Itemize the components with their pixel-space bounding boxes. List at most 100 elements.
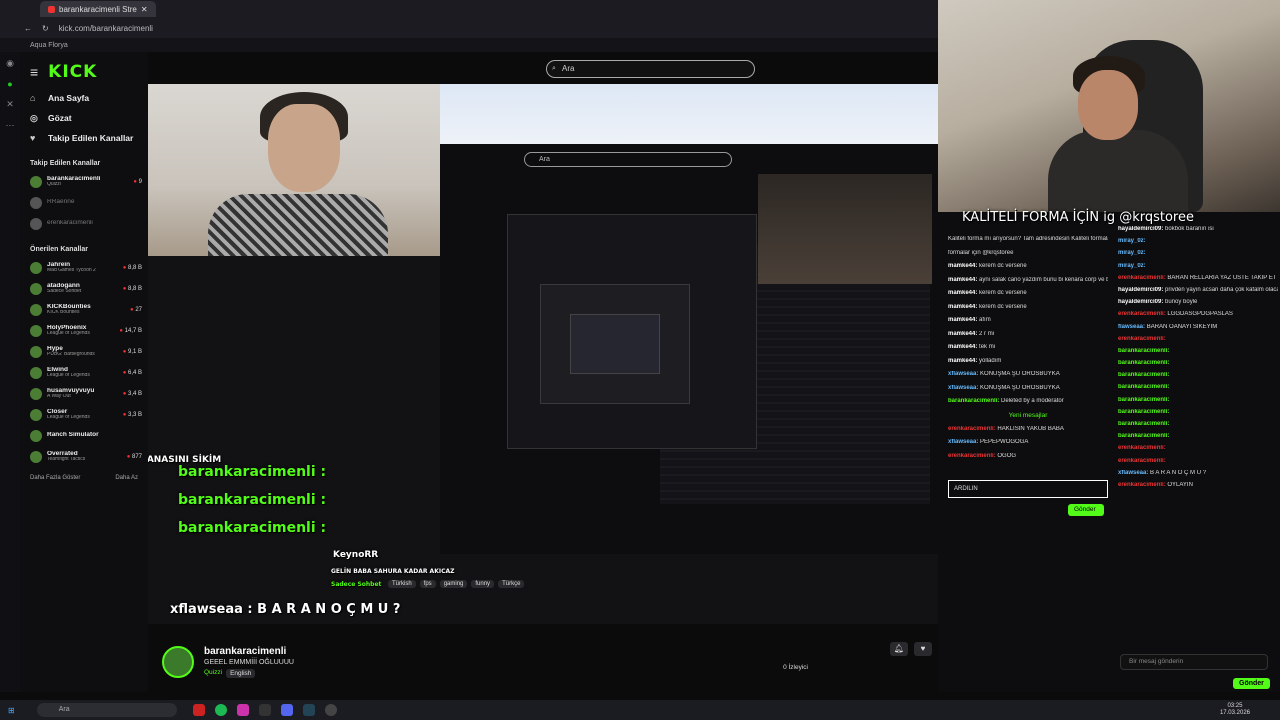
chat-username[interactable]: mamke44:	[948, 331, 979, 337]
bell-icon[interactable]: 🔔︎	[890, 642, 908, 656]
sidebar-channel[interactable]: barankaracimenli Quizzi ● 9	[20, 171, 148, 192]
heart-icon[interactable]: ♥	[914, 642, 932, 656]
channel-avatar	[30, 408, 42, 421]
chat-username[interactable]: xflawseaa:	[948, 371, 980, 377]
category-link[interactable]: Quizzi	[204, 669, 222, 678]
nav-label: Ana Sayfa	[48, 93, 90, 103]
x-icon[interactable]: ✕	[6, 99, 14, 110]
channel-name[interactable]: barankaracimenli	[204, 646, 294, 657]
chat-username[interactable]: mamke44:	[948, 344, 979, 350]
chat-username[interactable]: mamke44:	[948, 304, 979, 310]
instagram-icon[interactable]	[236, 704, 249, 716]
chat-username[interactable]: mamke44:	[948, 358, 979, 364]
chat-username[interactable]: hayaldemirci09:	[1118, 287, 1165, 293]
nav-label: Gözat	[48, 113, 72, 123]
chat-username[interactable]: barankaracimenli:	[1118, 433, 1169, 439]
chat-username[interactable]: hayaldemirci09:	[1118, 299, 1165, 305]
url-text[interactable]: kick.com/barankaracimenli	[59, 24, 153, 33]
kick-app-icon[interactable]	[258, 704, 271, 716]
messenger-icon[interactable]: ◉	[6, 58, 14, 69]
channel-text: HolyPhoenix League of Legends	[47, 325, 114, 337]
chat-username[interactable]: erenkaracimenli:	[1118, 275, 1167, 281]
chat-username[interactable]: barankaracimenli:	[1118, 409, 1169, 415]
channel-avatar	[30, 261, 42, 274]
taskbar-search[interactable]: Ara	[36, 703, 177, 717]
sidebar-channel[interactable]: KICKBounties KICK Bounties ● 27	[20, 299, 148, 320]
channel-category: Quizzi	[47, 182, 61, 188]
menu-icon[interactable]: ≡	[30, 64, 38, 80]
video-player[interactable]: Ara barankaracimenli : ARDILIN ANASINI S…	[148, 84, 938, 624]
channel-avatar[interactable]	[162, 646, 194, 678]
reload-icon[interactable]: ↻	[42, 24, 49, 33]
bookmark-item[interactable]: Aqua Florya	[30, 42, 68, 49]
spotify-icon[interactable]	[214, 704, 227, 716]
chat-username[interactable]: miray_0z:	[1118, 263, 1146, 269]
sidebar-channel[interactable]: husamvuyvuyu A Way Out ● 3,4 B	[20, 383, 148, 404]
chat-username[interactable]: barankaracimenli:	[1118, 397, 1169, 403]
discord-icon[interactable]	[280, 704, 293, 716]
send-button[interactable]: Gönder	[1233, 678, 1270, 689]
channel-category: League of Legends	[47, 331, 90, 337]
chat-username[interactable]: miray_0z:	[1118, 238, 1146, 244]
chat-username[interactable]: xflawseaa:	[948, 439, 980, 445]
chat-input[interactable]: Bir mesaj gönderin	[1120, 654, 1268, 670]
chat-message: flawseaa: BARAN OANAYI SİKEYİM	[1118, 324, 1278, 331]
kick-logo[interactable]: KICK	[48, 62, 97, 82]
chat-username[interactable]: erenkaracimenli:	[1118, 482, 1167, 488]
chat-message: erenkaracimenli: ÖĞÖĞ	[948, 453, 1108, 461]
chat-username[interactable]: erenkaracimenli:	[1118, 311, 1167, 317]
viewer-count: ● 9	[133, 178, 142, 185]
chat-username[interactable]: mamke44:	[948, 277, 979, 283]
chat-message: erenkaracimenli:	[1118, 445, 1278, 452]
sidebar-channel[interactable]: RRaenne	[20, 192, 148, 213]
chat-username[interactable]: hayaldemirci09:	[1118, 226, 1165, 232]
chat-username[interactable]: erenkaracimenli:	[1118, 445, 1166, 451]
viewer-count: ● 8,8 B	[122, 264, 142, 271]
sidebar-channel[interactable]: Ranch Simulator	[20, 425, 148, 446]
chat-username[interactable]: flawseaa:	[1118, 324, 1147, 330]
chat-username[interactable]: erenkaracimenli:	[1118, 336, 1166, 342]
chat-username[interactable]: erenkaracimenli:	[948, 426, 997, 432]
sidebar-channel[interactable]: erenkaracimenli	[20, 213, 148, 234]
obs-icon[interactable]	[324, 704, 337, 716]
browser-tab[interactable]: barankaracimenli Stre ✕	[40, 1, 156, 17]
windows-start-icon[interactable]: ⊞	[8, 706, 15, 715]
steam-icon[interactable]	[302, 704, 315, 716]
chat-username[interactable]: mamke44:	[948, 263, 979, 269]
more-icon[interactable]: ⋯	[6, 120, 15, 131]
sidebar-channel[interactable]: HolyPhoenix League of Legends ● 14,7 B	[20, 320, 148, 341]
inner-category: Sadece Sohbet	[331, 581, 382, 588]
chat-username[interactable]: mamke44:	[948, 317, 979, 323]
opera-icon[interactable]	[192, 704, 205, 716]
nav-item[interactable]: ⌂ Ana Sayfa	[20, 88, 148, 108]
chat-username[interactable]: erenkaracimenli:	[948, 453, 997, 459]
chat-username[interactable]: miray_0z:	[1118, 250, 1146, 256]
chat-message: xflawseaa: KONUŞMA ŞU OROSBUYKA	[948, 385, 1108, 393]
chat-message: mamke44: tek mi	[948, 344, 1108, 352]
chat-username[interactable]: barankaracimenli:	[1118, 372, 1169, 378]
show-less-link[interactable]: Daha Az	[115, 475, 138, 481]
close-tab-icon[interactable]: ✕	[141, 5, 148, 14]
whatsapp-icon[interactable]: ●	[7, 79, 12, 89]
chat-username[interactable]: barankaracimenli:	[1118, 348, 1169, 354]
sidebar-channel[interactable]: atadogann Sadece Sohbet ● 8,8 B	[20, 278, 148, 299]
back-icon[interactable]: ←	[24, 24, 32, 33]
sidebar-channel[interactable]: Jahrein Mad Games Tycoon 2 ● 8,8 B	[20, 257, 148, 278]
language-tag[interactable]: English	[226, 669, 256, 678]
chat-username[interactable]: xflawseaa:	[1118, 470, 1150, 476]
chat-username[interactable]: erenkaracimenli:	[1118, 458, 1166, 464]
chat-username[interactable]: barankaracimenli:	[1118, 360, 1169, 366]
show-more-link[interactable]: Daha Fazla Göster	[30, 475, 80, 481]
nav-item[interactable]: ♥ Takip Edilen Kanallar	[20, 128, 148, 148]
search-input[interactable]: ⌕ Ara	[546, 60, 755, 78]
chat-username[interactable]: barankaracimenli:	[1118, 421, 1169, 427]
chat-username[interactable]: mamke44:	[948, 290, 979, 296]
sidebar-channel[interactable]: Elwind League of Legends ● 6,4 B	[20, 362, 148, 383]
chat-username[interactable]: barankaracimenli:	[1118, 384, 1169, 390]
chat-username[interactable]: xflawseaa:	[948, 385, 980, 391]
sidebar-channel[interactable]: Closer League of Legends ● 3,3 B	[20, 404, 148, 425]
chat-username[interactable]: barankaracimenli:	[948, 398, 1001, 404]
sidebar-channel[interactable]: Overrated Teamfight Tactics ● 877	[20, 446, 148, 467]
nav-item[interactable]: ◎ Gözat	[20, 108, 148, 128]
sidebar-channel[interactable]: Hype PUBG: Battlegrounds ● 9,1 B	[20, 341, 148, 362]
